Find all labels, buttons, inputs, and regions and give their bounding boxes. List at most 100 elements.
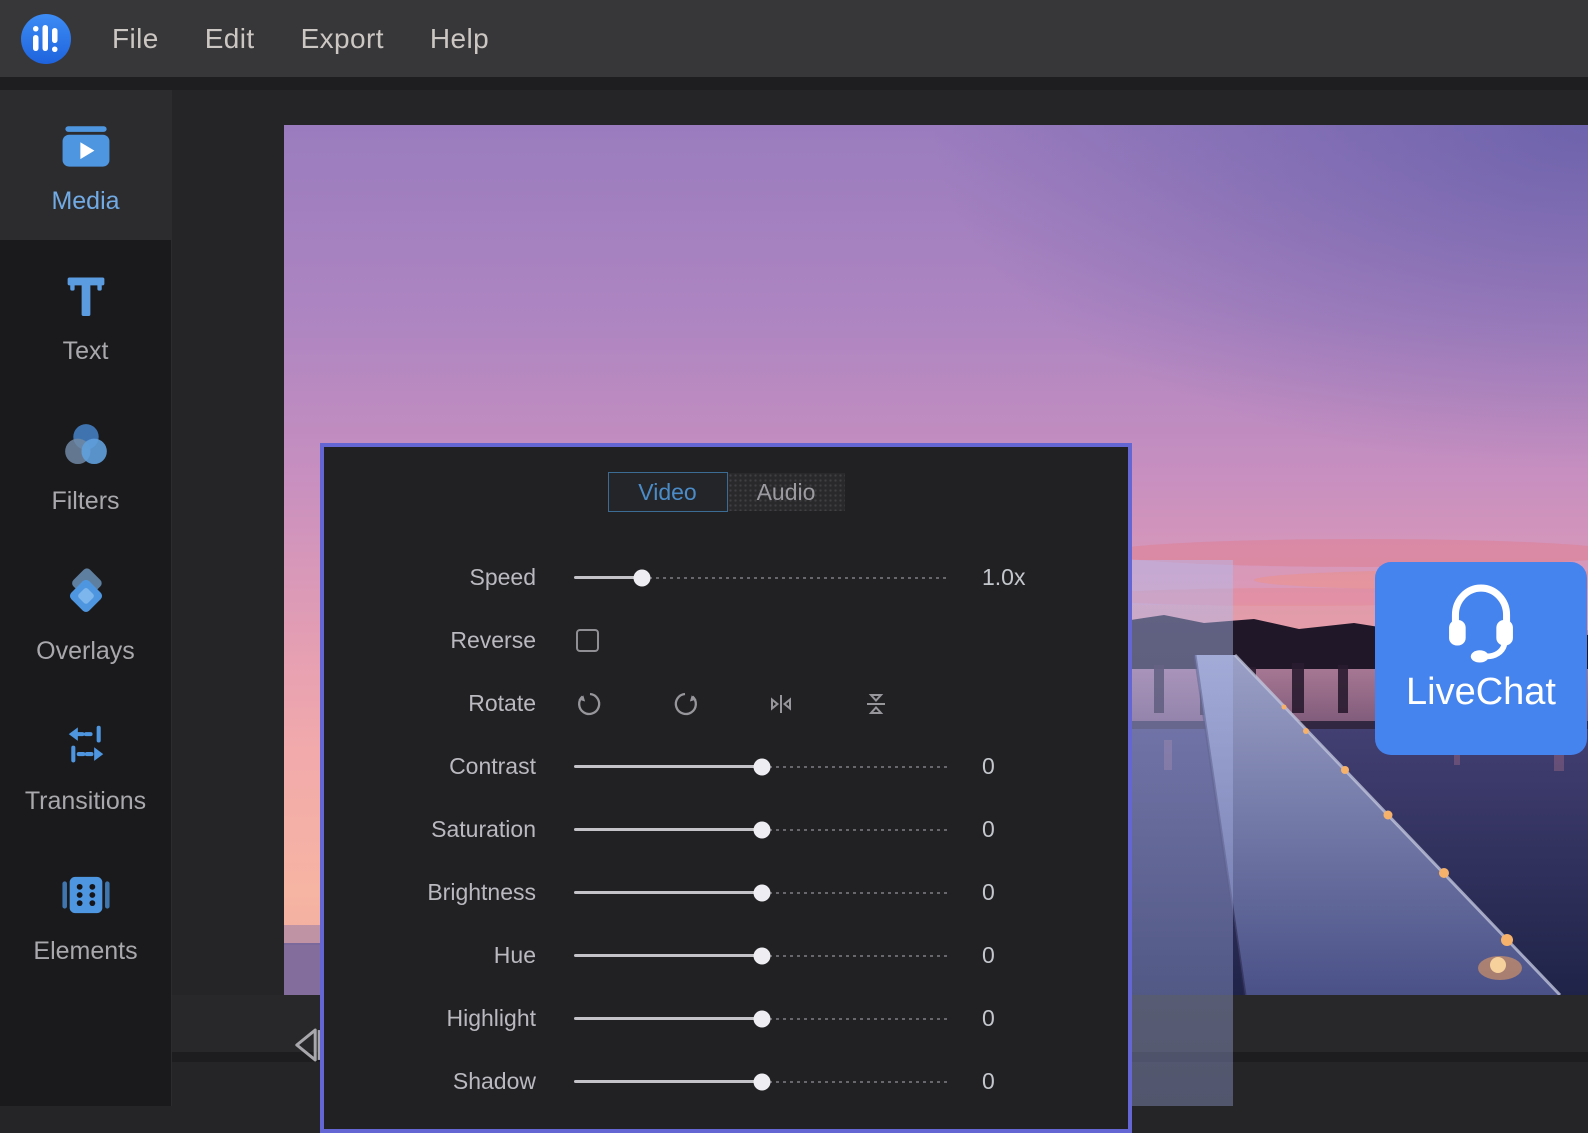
sidebar-item-elements[interactable]: Elements (0, 840, 171, 990)
sidebar: Media Text Filters Overlays Transitions Eleme… (0, 77, 172, 1106)
flip-horizontal-icon[interactable] (767, 690, 795, 718)
clip-properties-dialog: VideoAudio Speed 1.0x Reverse Rotate Contras… (320, 443, 1132, 1133)
highlight-slider-handle[interactable] (753, 1010, 770, 1027)
row-control (574, 947, 949, 964)
rotate-ccw-icon[interactable] (576, 690, 604, 718)
speed-slider-handle[interactable] (633, 569, 650, 586)
livechat-label: LiveChat (1406, 671, 1556, 714)
row-label-reverse: Reverse (324, 627, 536, 654)
dialog-row-highlight: Highlight 0 (324, 987, 1128, 1050)
overlays-icon (55, 564, 117, 626)
contrast-slider-handle[interactable] (753, 758, 770, 775)
highlight-slider[interactable] (574, 1010, 949, 1027)
shadow-slider-handle[interactable] (753, 1073, 770, 1090)
dialog-tabs: VideoAudio (324, 472, 1128, 512)
shadow-value: 0 (982, 1068, 995, 1095)
dialog-row-hue: Hue 0 (324, 924, 1128, 987)
transitions-icon (55, 714, 117, 776)
selection-overlay-strip (1132, 560, 1233, 1106)
menu-bar: File Edit Export Help (0, 0, 1588, 77)
app-logo-icon (20, 13, 72, 65)
saturation-slider[interactable] (574, 821, 949, 838)
sidebar-item-label: Media (51, 187, 119, 216)
dialog-row-rotate: Rotate (324, 672, 1128, 735)
slider-fill (574, 1017, 762, 1020)
text-icon (55, 264, 117, 326)
sidebar-item-label: Elements (33, 937, 137, 966)
hue-value: 0 (982, 942, 995, 969)
row-control (574, 569, 949, 586)
sidebar-item-label: Overlays (36, 637, 135, 666)
menu-item-file[interactable]: File (112, 23, 159, 55)
rotate-cw-icon[interactable] (671, 690, 699, 718)
sidebar-item-label: Text (63, 337, 109, 366)
row-label-contrast: Contrast (324, 753, 536, 780)
menu-item-export[interactable]: Export (301, 23, 384, 55)
speed-value: 1.0x (982, 564, 1025, 591)
slider-fill (574, 891, 762, 894)
sidebar-item-media[interactable]: Media (0, 90, 171, 240)
sidebar-item-transitions[interactable]: Transitions (0, 690, 171, 840)
elements-icon (55, 864, 117, 926)
contrast-value: 0 (982, 753, 995, 780)
row-control (574, 884, 949, 901)
row-control (574, 758, 949, 775)
hue-slider[interactable] (574, 947, 949, 964)
brightness-value: 0 (982, 879, 995, 906)
slider-fill (574, 1080, 762, 1083)
sidebar-item-text[interactable]: Text (0, 240, 171, 390)
sidebar-item-overlays[interactable]: Overlays (0, 540, 171, 690)
filters-icon (55, 414, 117, 476)
slider-remainder (762, 892, 950, 894)
row-label-brightness: Brightness (324, 879, 536, 906)
row-label-shadow: Shadow (324, 1068, 536, 1095)
rotate-buttons (576, 690, 890, 718)
speed-slider[interactable] (574, 569, 949, 586)
slider-fill (574, 828, 762, 831)
slider-remainder (642, 577, 950, 579)
menu-item-help[interactable]: Help (430, 23, 489, 55)
slider-fill (574, 576, 642, 579)
shadow-slider[interactable] (574, 1073, 949, 1090)
reverse-checkbox[interactable] (576, 629, 599, 652)
dialog-row-speed: Speed 1.0x (324, 546, 1128, 609)
flip-vertical-icon[interactable] (862, 690, 890, 718)
row-control (574, 629, 949, 652)
saturation-value: 0 (982, 816, 995, 843)
row-label-speed: Speed (324, 564, 536, 591)
row-control (574, 821, 949, 838)
dialog-row-saturation: Saturation 0 (324, 798, 1128, 861)
row-label-hue: Hue (324, 942, 536, 969)
livechat-button[interactable]: LiveChat (1375, 562, 1587, 755)
hue-slider-handle[interactable] (753, 947, 770, 964)
highlight-value: 0 (982, 1005, 995, 1032)
tab-video[interactable]: Video (608, 472, 728, 512)
saturation-slider-handle[interactable] (753, 821, 770, 838)
contrast-slider[interactable] (574, 758, 949, 775)
slider-remainder (762, 1081, 950, 1083)
slider-remainder (762, 829, 950, 831)
row-control (574, 1073, 949, 1090)
brightness-slider[interactable] (574, 884, 949, 901)
dialog-row-reverse: Reverse (324, 609, 1128, 672)
row-control (574, 690, 949, 718)
headset-icon (1435, 574, 1527, 671)
menu-items: File Edit Export Help (112, 23, 489, 55)
topbar-shadow (0, 77, 1588, 90)
slider-remainder (762, 1018, 950, 1020)
dialog-row-shadow: Shadow 0 (324, 1050, 1128, 1113)
dialog-row-contrast: Contrast 0 (324, 735, 1128, 798)
slider-fill (574, 954, 762, 957)
row-label-saturation: Saturation (324, 816, 536, 843)
sidebar-item-label: Filters (51, 487, 119, 516)
brightness-slider-handle[interactable] (753, 884, 770, 901)
sidebar-item-filters[interactable]: Filters (0, 390, 171, 540)
row-label-rotate: Rotate (324, 690, 536, 717)
slider-fill (574, 765, 762, 768)
row-control (574, 1010, 949, 1027)
dialog-rows: Speed1.0xReverseRotateContrast0Saturatio… (324, 546, 1128, 1113)
tab-audio[interactable]: Audio (728, 473, 845, 511)
menu-item-edit[interactable]: Edit (205, 23, 255, 55)
media-icon (55, 114, 117, 176)
row-label-highlight: Highlight (324, 1005, 536, 1032)
